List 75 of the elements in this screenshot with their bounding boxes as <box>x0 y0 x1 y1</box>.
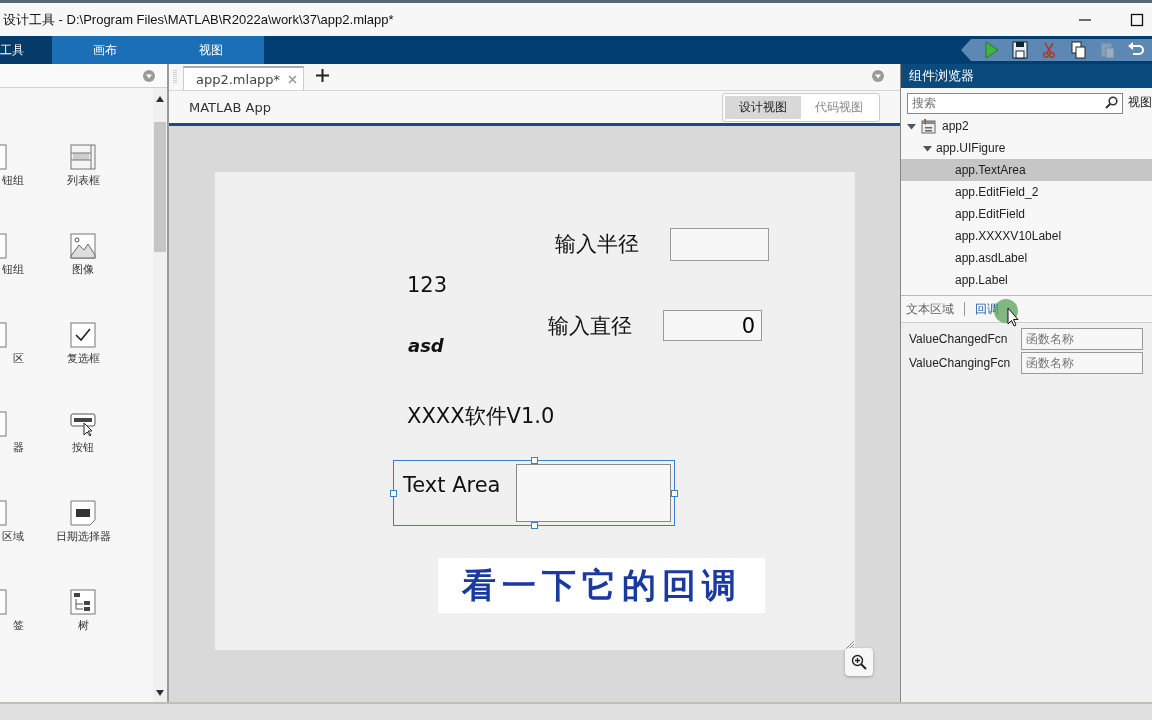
component-label: 树 <box>77 618 89 633</box>
component-label: 区 <box>13 351 25 366</box>
app-icon <box>920 118 936 134</box>
scroll-up-icon[interactable] <box>156 96 164 102</box>
add-icon[interactable] <box>316 69 330 82</box>
component-text[interactable]: XXXX软件V1.0 <box>407 402 555 430</box>
dropdown-icon[interactable] <box>143 69 155 82</box>
zoom-in-icon <box>851 654 867 670</box>
image-icon[interactable] <box>70 233 96 259</box>
panel-title: 组件浏览器 <box>901 64 1152 88</box>
checkbox-icon[interactable] <box>70 322 96 348</box>
component-label: 图像 <box>72 262 94 277</box>
tree-item[interactable]: app2 <box>901 115 1152 137</box>
component-text[interactable]: 输入半径 <box>555 230 639 258</box>
search-icon[interactable] <box>1105 96 1118 109</box>
view-tab[interactable]: 代码视图 <box>801 95 877 119</box>
tree-item[interactable]: app.asdLabel <box>901 247 1152 269</box>
view-label[interactable]: 视图 <box>1128 94 1152 111</box>
resize-handle[interactable] <box>671 490 678 497</box>
resize-handle[interactable] <box>531 457 538 464</box>
copy-icon[interactable] <box>1068 40 1088 60</box>
push-button-icon[interactable] <box>70 411 96 437</box>
component-text[interactable]: Text Area <box>403 473 501 497</box>
window-title: 设计工具 - D:\Program Files\MATLAB\R2022a\work\37\app2.mlapp* <box>3 10 394 29</box>
selection-frame[interactable]: Text Area <box>393 460 675 526</box>
component-label: 器 <box>13 440 25 455</box>
callback-field[interactable]: 函数名称 <box>1021 328 1143 350</box>
search-field[interactable]: 搜索 <box>907 92 1123 114</box>
property-name: ValueChangedFcn <box>909 332 1009 346</box>
inspector-tab[interactable]: 文本区域 <box>906 300 954 318</box>
component-label: 钮组 <box>2 173 25 188</box>
dropdown-icon[interactable] <box>872 70 884 82</box>
component-label: 日期选择器 <box>55 529 111 544</box>
component-text[interactable]: asd <box>408 335 444 356</box>
property-name: ValueChangingFcn <box>909 356 1012 370</box>
ribbon-tab[interactable]: 画布 <box>52 36 158 64</box>
close-icon[interactable] <box>288 74 298 84</box>
expanded-arrow-icon[interactable] <box>907 121 916 131</box>
tree-item[interactable]: app.Label <box>901 269 1152 291</box>
save-icon[interactable] <box>1010 40 1030 60</box>
component-label: 签 <box>13 618 25 633</box>
resize-handle[interactable] <box>390 490 397 497</box>
list-box-icon[interactable] <box>70 144 96 170</box>
scroll-down-icon[interactable] <box>156 690 164 696</box>
resize-handle[interactable] <box>531 522 538 529</box>
tree-item[interactable]: app.TextArea <box>901 159 1152 181</box>
ribbon-tab[interactable]: 工具 <box>0 36 52 64</box>
expanded-arrow-icon[interactable] <box>923 143 932 153</box>
inspector-tab[interactable]: 回调 <box>975 300 999 318</box>
component-label: 列表框 <box>66 173 100 188</box>
tree-item[interactable]: app.EditField_2 <box>901 181 1152 203</box>
maximize-icon[interactable] <box>1130 12 1144 27</box>
zoom-button[interactable] <box>845 648 873 676</box>
component-label: 按钮 <box>72 440 94 455</box>
ribbon-tab[interactable]: 视图 <box>158 36 264 64</box>
tree-item[interactable]: app.UIFigure <box>901 137 1152 159</box>
edit-field[interactable]: 0 <box>663 310 762 341</box>
tree-item[interactable]: app.EditField <box>901 203 1152 225</box>
tree-item[interactable]: app.XXXXV10Label <box>901 225 1152 247</box>
component-label: 钮组 <box>2 262 25 277</box>
component-label: 复选框 <box>66 351 100 366</box>
app-title: MATLAB App <box>189 99 271 115</box>
edit-field[interactable] <box>670 228 769 261</box>
document-tab[interactable]: app2.mlapp* <box>183 66 305 90</box>
text-area[interactable] <box>516 464 671 522</box>
scrollbar-thumb[interactable] <box>154 122 166 252</box>
grip-icon[interactable] <box>173 70 177 84</box>
component-text[interactable]: 123 <box>407 273 448 297</box>
caption-text: 看一下它的回调 <box>438 558 765 613</box>
component-label: 区域 <box>2 529 25 544</box>
callback-field[interactable]: 函数名称 <box>1021 352 1143 374</box>
component-text[interactable]: 输入直径 <box>548 312 632 340</box>
tree-icon[interactable] <box>70 589 96 615</box>
view-tab[interactable]: 设计视图 <box>725 95 801 119</box>
calendar-icon[interactable] <box>70 500 96 526</box>
